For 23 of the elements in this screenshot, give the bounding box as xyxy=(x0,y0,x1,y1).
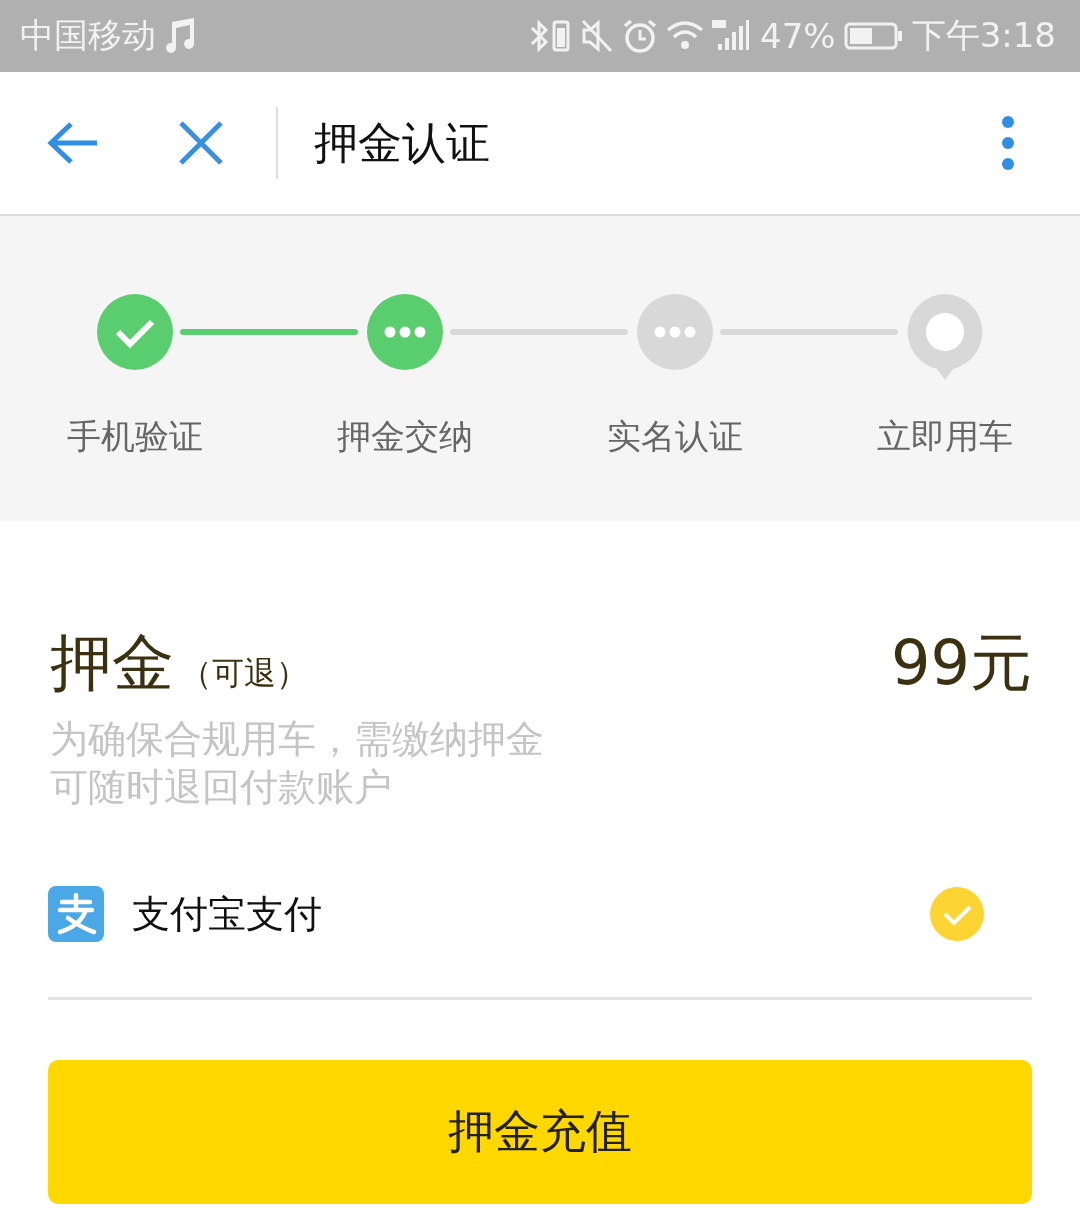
deposit-amount: 99元 xyxy=(891,625,1032,701)
deposit-description: 为确保合规用车，需缴纳押金 xyxy=(50,716,545,763)
alarm-icon xyxy=(622,18,659,54)
selected-check-icon xyxy=(930,887,984,941)
bluetooth-icon xyxy=(528,18,573,54)
step-label: 押金交纳 xyxy=(337,415,473,458)
carrier-name: 中国移动 xyxy=(20,14,156,57)
refundable-note: （可退） xyxy=(180,653,308,694)
clock-time: 下午3:18 xyxy=(911,14,1056,57)
wallet-app-icon xyxy=(48,886,104,942)
deposit-description: 可随时退回付款账户 xyxy=(50,764,393,811)
step-label: 实名认证 xyxy=(607,415,743,458)
deposit-title: 押金 xyxy=(50,625,174,701)
more-icon xyxy=(1001,115,1015,171)
step-label: 手机验证 xyxy=(67,415,203,458)
recharge-button[interactable]: 押金充值 xyxy=(48,1060,1032,1204)
step-label: 立即用车 xyxy=(877,415,1013,458)
payment-option[interactable]: 支付宝支付 xyxy=(48,871,1032,1000)
mute-icon xyxy=(580,18,615,54)
back-arrow-icon xyxy=(47,121,99,165)
close-icon xyxy=(178,120,224,166)
battery-percent: 47% xyxy=(760,16,836,56)
page-title: 押金认证 xyxy=(314,115,491,170)
